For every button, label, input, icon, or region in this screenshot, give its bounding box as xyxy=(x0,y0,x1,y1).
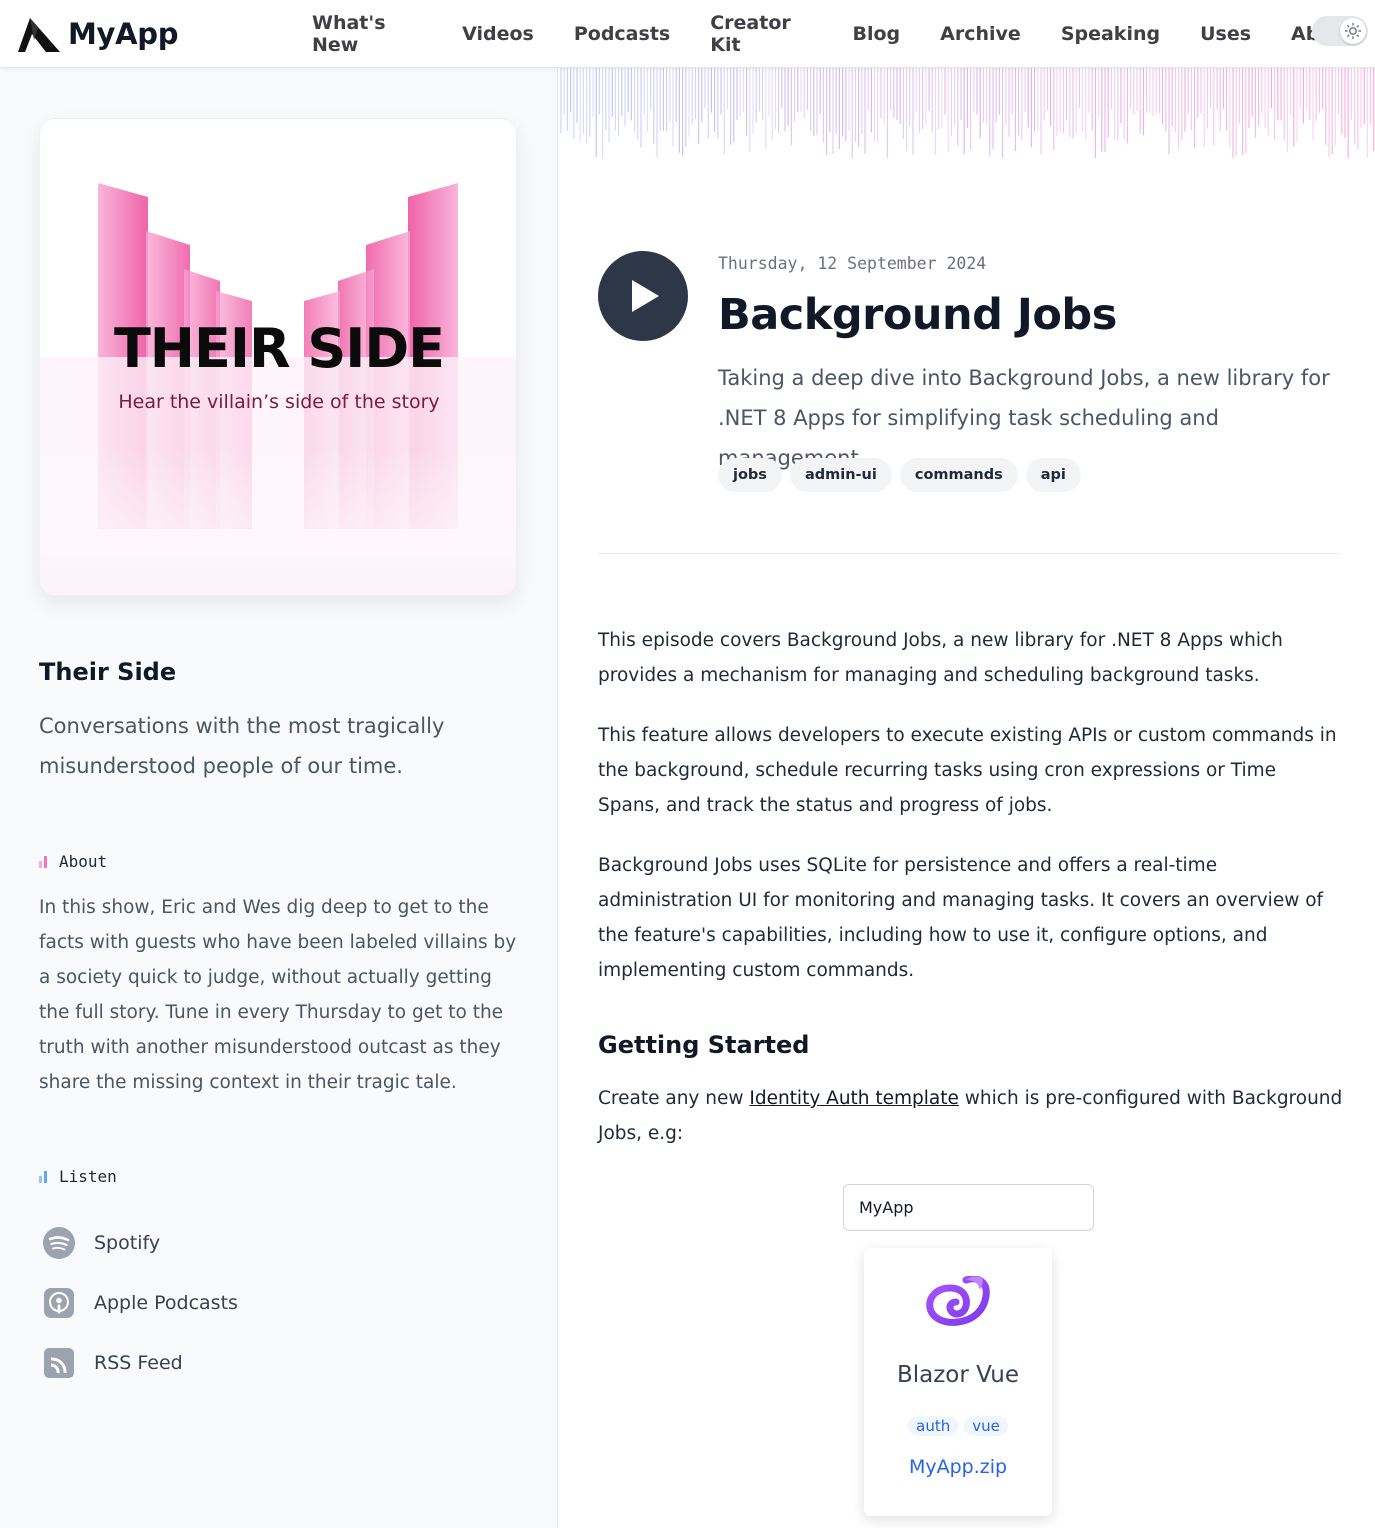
theme-toggle[interactable] xyxy=(1312,16,1368,46)
identity-auth-template-link[interactable]: Identity Auth template xyxy=(749,1088,959,1109)
getting-started-text-before: Create any new xyxy=(598,1088,750,1109)
listen-apple-podcasts-label: Apple Podcasts xyxy=(94,1292,238,1314)
brand-logo-icon xyxy=(18,18,60,52)
getting-started-heading: Getting Started xyxy=(598,1031,810,1059)
body-paragraph: This episode covers Background Jobs, a n… xyxy=(598,630,1283,686)
listen-heading: Listen xyxy=(39,1167,117,1186)
listen-rss-link[interactable]: RSS Feed xyxy=(39,1333,238,1393)
template-tags: auth vue xyxy=(864,1416,1052,1436)
body-paragraph: Background Jobs uses SQLite for persiste… xyxy=(598,855,1324,981)
podcast-description: Conversations with the most tragically m… xyxy=(39,714,445,778)
audio-waveform-decoration xyxy=(560,68,1375,159)
template-tag-vue: vue xyxy=(964,1416,1008,1436)
nav-creator-kit[interactable]: Creator Kit xyxy=(690,12,832,56)
listen-heading-label: Listen xyxy=(59,1167,117,1186)
template-card-blazor-vue[interactable]: Blazor Vue auth vue MyApp.zip xyxy=(864,1248,1052,1516)
nav-archive[interactable]: Archive xyxy=(920,23,1041,45)
listen-apple-podcasts-link[interactable]: Apple Podcasts xyxy=(39,1273,238,1333)
episode-main: Thursday, 12 September 2024 Background J… xyxy=(559,68,1375,1528)
project-name-input[interactable] xyxy=(843,1184,1094,1231)
apple-podcasts-icon xyxy=(39,1283,79,1323)
episode-body: This episode covers Background Jobs, a n… xyxy=(598,623,1343,1176)
episode-title: Background Jobs xyxy=(718,290,1117,340)
nav-uses[interactable]: Uses xyxy=(1180,23,1271,45)
rss-icon xyxy=(39,1343,79,1383)
tag-commands[interactable]: commands xyxy=(899,458,1018,492)
podcast-title: Their Side xyxy=(39,658,177,686)
getting-started-paragraph: Create any new Identity Auth template wh… xyxy=(598,1081,1343,1151)
listen-links: Spotify Apple Podcasts RSS Feed xyxy=(39,1213,238,1393)
podcast-cover-art[interactable]: THEIR SIDE Hear the villain’s side of th… xyxy=(39,118,517,596)
play-icon xyxy=(632,280,659,312)
template-tag-auth: auth xyxy=(908,1416,959,1436)
play-button[interactable] xyxy=(598,251,688,341)
body-paragraph: This feature allows developers to execut… xyxy=(598,725,1337,816)
podcast-sidebar: THEIR SIDE Hear the villain’s side of th… xyxy=(0,68,558,1528)
about-heading-label: About xyxy=(59,852,108,871)
listen-rss-label: RSS Feed xyxy=(94,1352,183,1374)
sun-icon xyxy=(1340,18,1366,44)
cover-subtitle: Hear the villain’s side of the story xyxy=(118,391,440,413)
episode-date: Thursday, 12 September 2024 xyxy=(718,254,987,273)
cover-title: THEIR SIDE xyxy=(113,317,445,380)
about-text: In this show, Eric and Wes dig deep to g… xyxy=(39,897,517,1093)
nav-blog[interactable]: Blog xyxy=(833,23,921,45)
nav-videos[interactable]: Videos xyxy=(442,23,554,45)
listen-spotify-label: Spotify xyxy=(94,1232,161,1254)
spotify-icon xyxy=(39,1223,79,1263)
brand-name: MyApp xyxy=(68,17,179,51)
tag-admin-ui[interactable]: admin-ui xyxy=(789,458,892,492)
episode-tags: jobs admin-ui commands api xyxy=(718,458,1081,492)
nav-whats-new[interactable]: What's New xyxy=(292,12,442,56)
template-name: Blazor Vue xyxy=(896,1362,1020,1388)
nav-speaking[interactable]: Speaking xyxy=(1041,23,1180,45)
tag-api[interactable]: api xyxy=(1025,458,1081,492)
about-heading: About xyxy=(39,852,107,871)
brand-link[interactable]: MyApp xyxy=(16,12,179,56)
bars-icon xyxy=(39,1170,47,1183)
listen-spotify-link[interactable]: Spotify xyxy=(39,1213,238,1273)
content-divider xyxy=(598,553,1339,554)
nav-podcasts[interactable]: Podcasts xyxy=(554,23,690,45)
main-nav: What's New Videos Podcasts Creator Kit B… xyxy=(292,0,1375,68)
top-navigation-bar: MyApp What's New Videos Podcasts Creator… xyxy=(0,0,1375,68)
template-download-link[interactable]: MyApp.zip xyxy=(864,1456,1052,1478)
tag-jobs[interactable]: jobs xyxy=(718,458,782,492)
bars-icon xyxy=(39,855,47,868)
blazor-icon xyxy=(926,1276,990,1326)
